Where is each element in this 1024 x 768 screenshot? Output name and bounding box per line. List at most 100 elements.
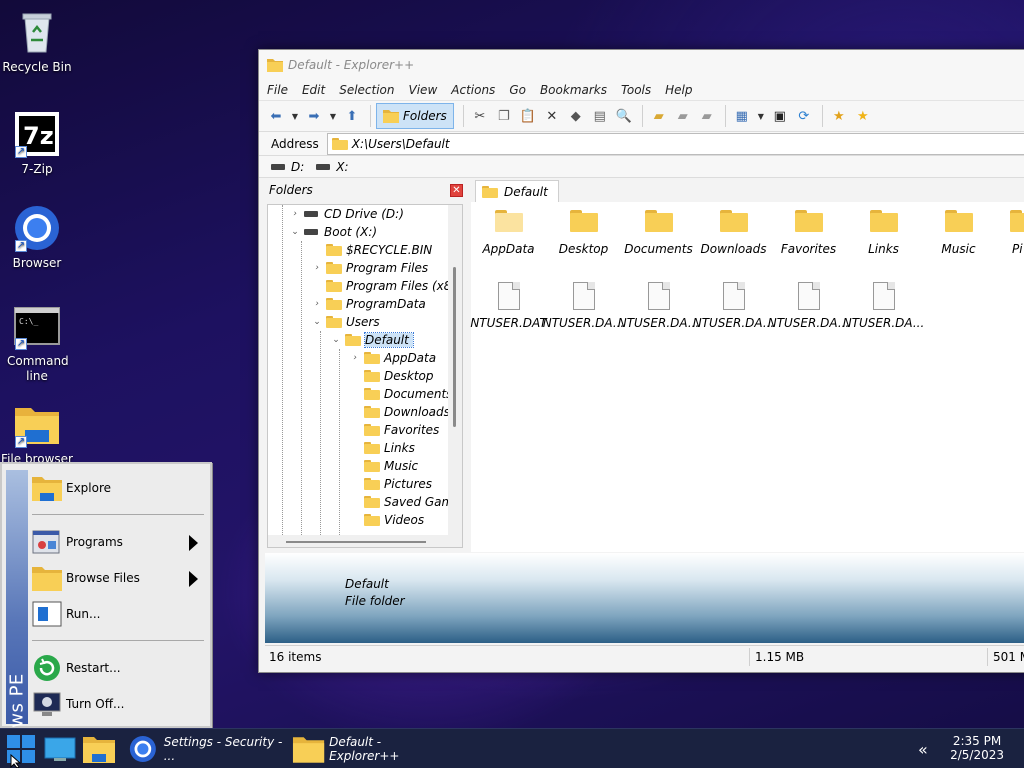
tree-item-videos[interactable]: Videos	[350, 511, 424, 529]
start-menu-programs[interactable]: Programs	[32, 526, 204, 558]
move-to-folder-button[interactable]: ▰	[696, 105, 718, 127]
tree-item-boot-drive[interactable]: ⌄ Boot (X:)	[290, 223, 377, 241]
start-menu-restart[interactable]: Restart...	[32, 652, 204, 684]
scrollbar-thumb[interactable]	[286, 541, 426, 543]
tree-item-favorites[interactable]: Favorites	[350, 421, 439, 439]
views-button[interactable]: ▦	[731, 105, 753, 127]
tree-item-appdata[interactable]: › AppData	[350, 349, 436, 367]
menu-actions[interactable]: Actions	[451, 83, 495, 97]
copy-to-folder-button[interactable]: ▰	[672, 105, 694, 127]
desktop-icon-7zip[interactable]: 7z ↗ 7-Zip	[0, 110, 74, 177]
start-menu-explore[interactable]: Explore	[32, 472, 204, 504]
start-menu-run[interactable]: Run...	[32, 598, 204, 630]
tree-item-saved-games[interactable]: Saved Game	[350, 493, 461, 511]
folder-item-downloads[interactable]: Downloads	[696, 210, 771, 256]
folder-item-music[interactable]: Music	[921, 210, 996, 256]
clock[interactable]: 2:35 PM 2/5/2023	[950, 734, 1004, 762]
folder-item-desktop[interactable]: Desktop	[546, 210, 621, 256]
taskbar-desktop-button[interactable]	[42, 731, 78, 767]
start-menu-browse-files[interactable]: Browse Files	[32, 562, 204, 594]
tree-item-program-files-x86[interactable]: Program Files (x86)	[312, 277, 462, 295]
views-dropdown-button[interactable]: ▼	[755, 105, 767, 127]
tree-item-downloads[interactable]: Downloads	[350, 403, 450, 421]
menu-selection[interactable]: Selection	[339, 83, 394, 97]
taskbar: Settings - Security - ... Default - Expl…	[0, 728, 1024, 768]
folder-tree[interactable]: › CD Drive (D:) ⌄ Boot (X:) $RECYCLE.BIN ›…	[267, 204, 463, 548]
show-hidden-icons-button[interactable]: «	[918, 731, 938, 767]
menu-tools[interactable]: Tools	[621, 83, 651, 97]
tree-item-recycle-bin[interactable]: $RECYCLE.BIN	[312, 241, 432, 259]
add-bookmark-button[interactable]: ★	[828, 105, 850, 127]
properties-button[interactable]: ▤	[589, 105, 611, 127]
close-icon: ✕	[546, 108, 558, 124]
drive-button-d[interactable]: D:	[271, 160, 304, 174]
start-menu-turn-off[interactable]: Turn Off...	[32, 688, 204, 720]
command-prompt-button[interactable]: ▣	[769, 105, 791, 127]
menu-file[interactable]: File	[267, 83, 288, 97]
desktop-icon-command-line[interactable]: C:\_ ↗ Command line	[0, 302, 74, 384]
paste-button[interactable]: 📋	[517, 105, 539, 127]
tree-item-users[interactable]: ⌄ Users	[312, 313, 379, 331]
tab-default[interactable]: Default	[475, 180, 559, 202]
file-item-ntuser[interactable]: NTUSER.DA...	[618, 282, 699, 330]
drive-button-x[interactable]: X:	[316, 160, 349, 174]
file-item-ntuser[interactable]: NTUSER.DA...	[843, 282, 924, 330]
delete-permanently-button[interactable]: ◆	[565, 105, 587, 127]
bookmarks-button[interactable]: ★	[852, 105, 874, 127]
tree-item-default[interactable]: ⌄ Default	[331, 331, 414, 349]
menu-help[interactable]: Help	[665, 83, 692, 97]
file-item-ntuser[interactable]: NTUSER.DA...	[693, 282, 774, 330]
cut-button[interactable]: ✂	[469, 105, 491, 127]
back-dropdown-button[interactable]: ▼	[289, 105, 301, 127]
tree-item-pictures[interactable]: Pictures	[350, 475, 432, 493]
delete-button[interactable]: ✕	[541, 105, 563, 127]
tree-item-label-selected: Default	[364, 332, 414, 348]
chevron-right-icon: ›	[315, 263, 319, 273]
copy-button[interactable]: ❐	[493, 105, 515, 127]
file-icon	[647, 282, 670, 310]
folder-item-links[interactable]: Links	[846, 210, 921, 256]
refresh-button[interactable]: ⟳	[793, 105, 815, 127]
file-list-pane[interactable]: Default AppData Desktop Documents Downlo…	[470, 178, 1024, 552]
tree-item-music[interactable]: Music	[350, 457, 418, 475]
tree-item-cd-drive[interactable]: › CD Drive (D:)	[290, 205, 404, 223]
file-item-ntuser[interactable]: NTUSER.DAT	[470, 282, 547, 330]
folder-item-appdata[interactable]: AppData	[471, 210, 546, 256]
menu-view[interactable]: View	[409, 83, 438, 97]
desktop-icon-file-browser[interactable]: ↗ File browser	[0, 400, 74, 467]
folder-item-documents[interactable]: Documents	[621, 210, 696, 256]
new-folder-button[interactable]: ▰	[648, 105, 670, 127]
explorer-window[interactable]: Default - Explorer++ File Edit Selection…	[258, 49, 1024, 673]
taskbar-file-explorer-button[interactable]	[80, 731, 118, 767]
desktop-icon-browser[interactable]: ↗ Browser	[0, 204, 74, 271]
window-titlebar[interactable]: Default - Explorer++	[259, 50, 1024, 80]
forward-dropdown-button[interactable]: ▼	[327, 105, 339, 127]
menu-go[interactable]: Go	[509, 83, 526, 97]
menu-bookmarks[interactable]: Bookmarks	[540, 83, 607, 97]
address-input[interactable]: X:\Users\Default	[326, 132, 1024, 155]
scrollbar-thumb[interactable]	[453, 267, 456, 427]
folder-item-pictures-partial[interactable]: Pi	[996, 210, 1024, 256]
folders-toggle-button[interactable]: Folders	[376, 103, 454, 129]
folder-icon	[569, 210, 598, 232]
up-button[interactable]: ⬆	[341, 105, 363, 127]
tree-item-documents[interactable]: Documents	[350, 385, 452, 403]
search-button[interactable]: 🔍	[613, 105, 635, 127]
forward-button[interactable]: ➡	[303, 105, 325, 127]
file-item-ntuser[interactable]: NTUSER.DA...	[543, 282, 624, 330]
tree-item-desktop[interactable]: Desktop	[350, 367, 434, 385]
close-folders-pane-button[interactable]: ✕	[450, 183, 463, 197]
tree-item-links[interactable]: Links	[350, 439, 415, 457]
back-button[interactable]: ⬅	[265, 105, 287, 127]
tree-item-programdata[interactable]: › ProgramData	[312, 295, 426, 313]
taskbar-settings-window[interactable]: Settings - Security - ...	[128, 731, 288, 767]
tree-vertical-scrollbar[interactable]	[448, 205, 462, 547]
start-menu-item-label: Run...	[66, 607, 101, 621]
taskbar-explorer-window[interactable]: Default - Explorer++	[292, 731, 452, 767]
tree-item-program-files[interactable]: › Program Files	[312, 259, 428, 277]
desktop-icon-recycle-bin[interactable]: Recycle Bin	[0, 8, 74, 75]
folder-item-favorites[interactable]: Favorites	[771, 210, 846, 256]
file-item-ntuser[interactable]: NTUSER.DA...	[768, 282, 849, 330]
menu-edit[interactable]: Edit	[302, 83, 325, 97]
tree-horizontal-scrollbar[interactable]	[268, 535, 462, 547]
